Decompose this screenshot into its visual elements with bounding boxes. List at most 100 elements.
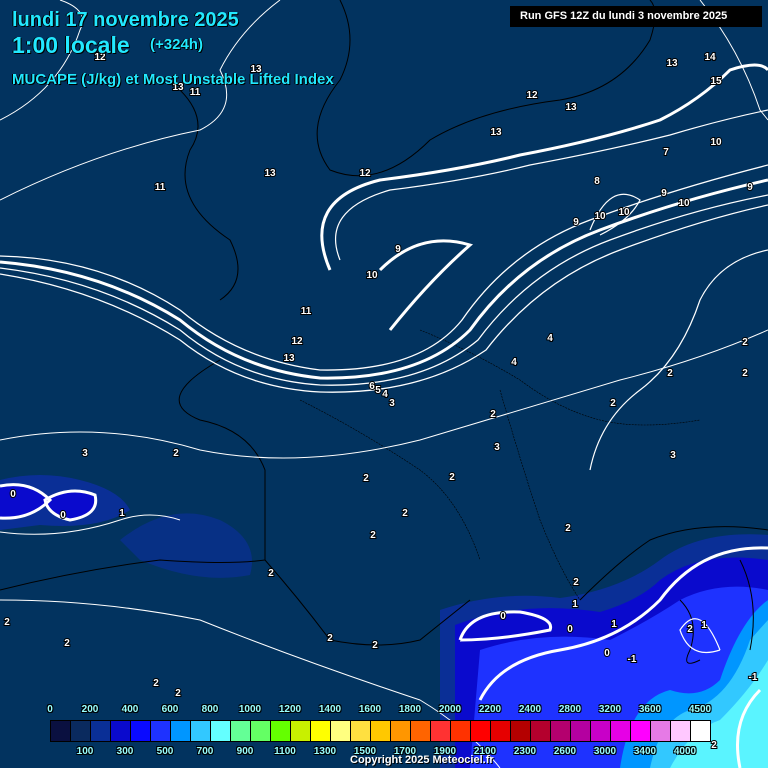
contour-label: 0 (604, 648, 610, 659)
contour-label: 1 (119, 508, 125, 519)
forecast-lead-time: (+324h) (150, 36, 203, 53)
color-scale-cell (171, 721, 191, 741)
scale-tick-bottom: 1300 (313, 746, 337, 757)
color-scale-cell (651, 721, 671, 741)
scale-tick-top: 1000 (238, 704, 262, 715)
scale-tick-top: 2800 (558, 704, 582, 715)
color-scale-cell (231, 721, 251, 741)
scale-tick-bottom: 700 (196, 746, 214, 757)
color-scale-cell (351, 721, 371, 741)
contour-label: 4 (511, 357, 517, 368)
contour-label: 0 (60, 510, 66, 521)
color-scale-cell (291, 721, 311, 741)
scale-tick-top: 1200 (278, 704, 302, 715)
contour-label: -1 (749, 672, 758, 683)
contour-label: 2 (175, 688, 181, 699)
scale-tick-top: 1800 (398, 704, 422, 715)
contour-label: 2 (687, 624, 693, 635)
color-scale-cell (251, 721, 271, 741)
scale-tick-bottom: 3400 (633, 746, 657, 757)
map-canvas: 121113131113 121314151213131078910910 1099… (0, 0, 768, 768)
scale-tick-bottom: 500 (156, 746, 174, 757)
contour-label: 2 (153, 678, 159, 689)
contour-label: 1 (701, 620, 707, 631)
contour-label: 2 (372, 640, 378, 651)
contour-label: 13 (283, 353, 295, 364)
contour-label: 13 (264, 168, 276, 179)
contour-label: 9 (747, 182, 753, 193)
contour-label: 10 (594, 211, 606, 222)
contour-label: -1 (628, 654, 637, 665)
contour-label: 2 (370, 530, 376, 541)
color-scale-cell (151, 721, 171, 741)
contour-label: 9 (573, 217, 579, 228)
contour-label: 2 (711, 740, 717, 751)
contour-label: 10 (618, 207, 630, 218)
contour-label: 13 (565, 102, 577, 113)
scale-tick-bottom: 100 (76, 746, 94, 757)
contour-label: 10 (678, 198, 690, 209)
contour-label: 2 (4, 617, 10, 628)
color-scale (50, 720, 711, 742)
color-scale-cell (91, 721, 111, 741)
contour-label: 2 (173, 448, 179, 459)
color-scale-cell (411, 721, 431, 741)
color-scale-cell (131, 721, 151, 741)
contour-label: 15 (710, 76, 722, 87)
color-scale-cell (391, 721, 411, 741)
contour-label: 12 (526, 90, 538, 101)
contour-label: 12 (359, 168, 371, 179)
color-scale-cell (611, 721, 631, 741)
contour-label: 0 (10, 489, 16, 500)
scale-tick-top: 2200 (478, 704, 502, 715)
borders (299, 329, 701, 601)
contour-label: 13 (666, 58, 678, 69)
contour-label: 3 (389, 398, 395, 409)
contour-label: 0 (500, 611, 506, 622)
scale-tick-top: 1400 (318, 704, 342, 715)
color-scale-cell (431, 721, 451, 741)
contour-label: 8 (594, 176, 600, 187)
color-scale-cell (571, 721, 591, 741)
contour-label: 12 (291, 336, 303, 347)
scale-tick-bottom: 300 (116, 746, 134, 757)
color-scale-cell (471, 721, 491, 741)
contour-label: 9 (661, 188, 667, 199)
contour-label: 2 (667, 368, 673, 379)
contour-label: 10 (366, 270, 378, 281)
color-scale-cell (551, 721, 571, 741)
contour-label: 0 (567, 624, 573, 635)
contour-label: 2 (363, 473, 369, 484)
color-scale-cell (191, 721, 211, 741)
scale-tick-top: 2000 (438, 704, 462, 715)
color-scale-cell (271, 721, 291, 741)
color-scale-cell (691, 721, 710, 741)
contour-label: 2 (742, 368, 748, 379)
run-info: Run GFS 12Z du lundi 3 novembre 2025 (510, 6, 762, 27)
scale-tick-top: 400 (121, 704, 139, 715)
scale-tick-top: 4500 (688, 704, 712, 715)
contour-label: 11 (155, 182, 166, 193)
scale-tick-top: 1600 (358, 704, 382, 715)
contour-label: 13 (490, 127, 502, 138)
scale-tick-top: 600 (161, 704, 179, 715)
contour-label: 7 (663, 147, 669, 158)
contour-label: 4 (547, 333, 553, 344)
contour-label: 1 (611, 619, 617, 630)
forecast-time: 1:00 locale (12, 32, 130, 58)
color-scale-cell (71, 721, 91, 741)
contour-label: 2 (64, 638, 70, 649)
coastlines (0, 0, 768, 664)
contour-label: 2 (742, 337, 748, 348)
contour-label: 9 (395, 244, 401, 255)
contour-label: 2 (327, 633, 333, 644)
scale-tick-bottom: 1100 (274, 746, 296, 757)
contour-label: 2 (402, 508, 408, 519)
color-scale-cell (631, 721, 651, 741)
contour-label: 3 (494, 442, 500, 453)
contour-label: 4 (382, 389, 388, 400)
scale-tick-top: 2400 (518, 704, 542, 715)
scale-tick-bottom: 2300 (513, 746, 537, 757)
color-scale-cell (211, 721, 231, 741)
color-scale-cell (451, 721, 471, 741)
